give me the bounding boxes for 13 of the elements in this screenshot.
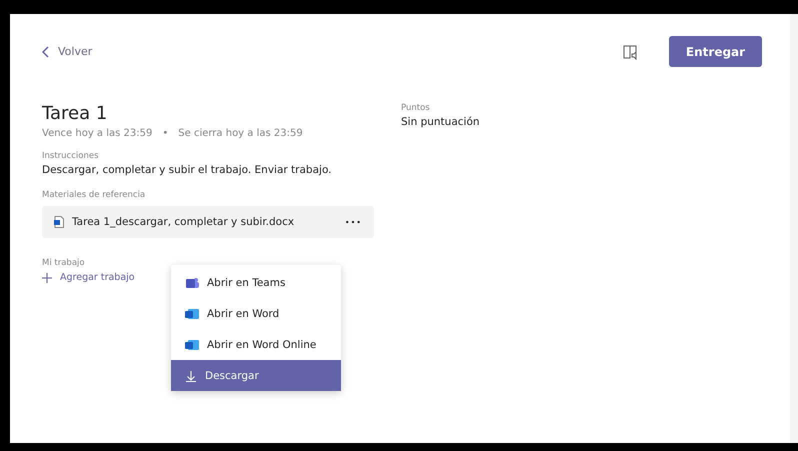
materials-label: Materiales de referencia [42, 190, 146, 200]
back-label: Volver [58, 45, 92, 58]
add-work-label: Agregar trabajo [60, 272, 135, 283]
points-label: Puntos [401, 103, 431, 113]
instructions-label: Instrucciones [42, 151, 100, 161]
file-name: Tarea 1_descargar, completar y subir.docx [72, 216, 294, 228]
due-date: Vence hoy a las 23:59 [42, 128, 152, 139]
close-date: Se cierra hoy a las 23:59 [178, 128, 303, 139]
my-work-label: Mi trabajo [42, 258, 86, 268]
instructions-text: Descargar, completar y subir el trabajo. Enviar trabajo. [42, 164, 333, 176]
points-value: Sin puntuación [401, 116, 480, 128]
separator-dot: • [162, 128, 168, 139]
assignment-title: Tarea 1 [42, 103, 108, 124]
